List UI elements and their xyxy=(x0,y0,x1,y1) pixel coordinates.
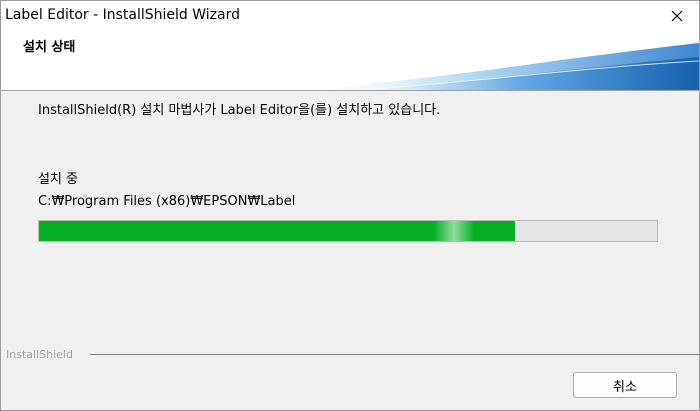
status-label: 설치 중 xyxy=(38,172,79,187)
install-description: InstallShield(R) 설치 마법사가 Label Editor을(를… xyxy=(38,103,441,118)
header-title: 설치 상태 xyxy=(23,40,76,55)
wizard-header: 설치 상태 xyxy=(1,31,699,90)
footer-divider xyxy=(90,354,699,355)
cancel-button[interactable]: 취소 xyxy=(573,372,677,398)
window-title: Label Editor - InstallShield Wizard xyxy=(5,7,240,23)
progress-shine xyxy=(434,221,474,241)
install-progress-bar xyxy=(38,220,658,242)
close-icon xyxy=(671,10,683,22)
title-bar[interactable]: Label Editor - InstallShield Wizard xyxy=(1,1,699,31)
installer-window: Label Editor - InstallShield Wizard 설치 상… xyxy=(0,0,700,411)
install-path: C:₩Program Files (x86)₩EPSON₩Label xyxy=(38,194,296,209)
header-swoosh-graphic xyxy=(301,38,699,90)
header-divider xyxy=(1,90,699,91)
close-button[interactable] xyxy=(655,1,699,31)
installshield-brand: InstallShield xyxy=(6,348,73,361)
